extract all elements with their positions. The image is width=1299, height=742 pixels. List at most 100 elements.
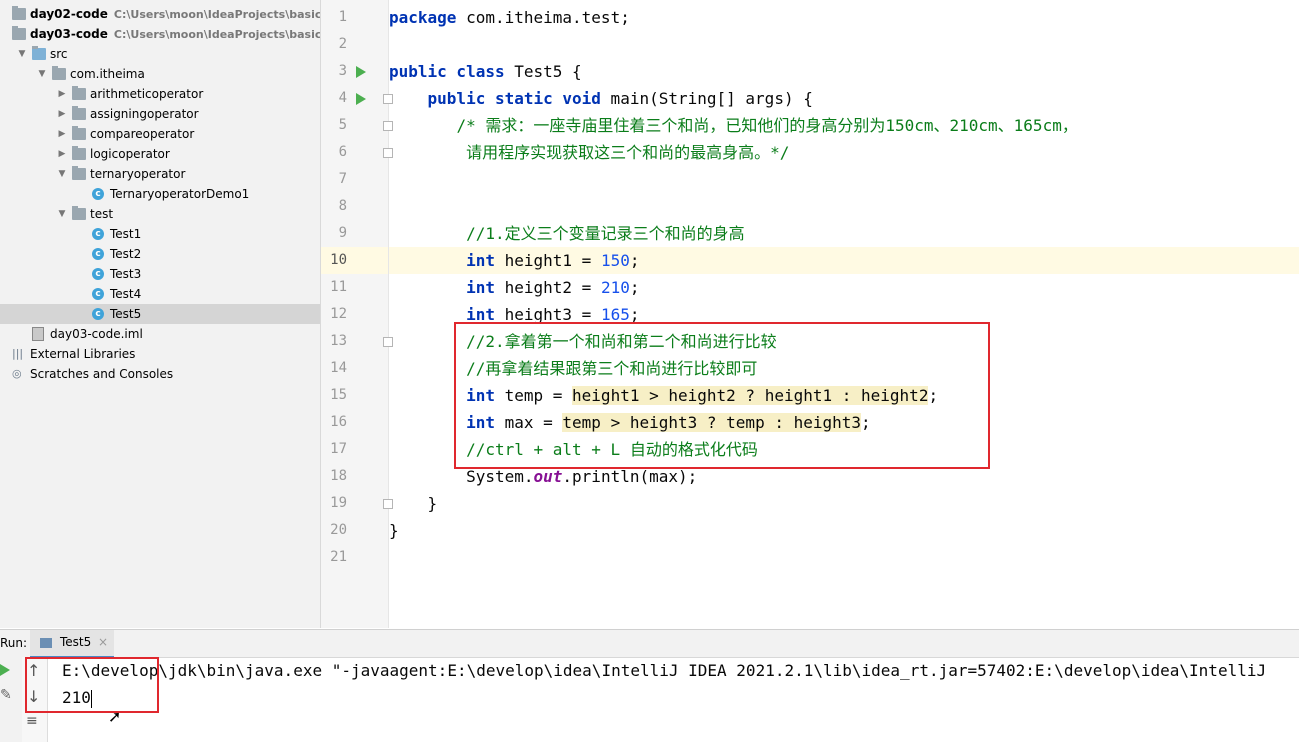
line-number: 8 (338, 198, 347, 214)
tree-item[interactable]: ▼ ternaryoperator (0, 164, 320, 184)
tree-item[interactable]: day03-code C:\Users\moon\IdeaProjects\bas… (0, 24, 320, 44)
code-line-10[interactable]: int height1 = 150; (389, 247, 1299, 274)
tree-item[interactable]: ▼ test (0, 204, 320, 224)
number-literal: 210 (600, 278, 630, 297)
keyword: int (466, 251, 495, 270)
tree-item-label: day02-code C:\Users\moon\IdeaProjects\bas… (30, 4, 320, 24)
run-gutter-icon[interactable] (356, 66, 366, 78)
tree-item[interactable]: c Test2 (0, 244, 320, 264)
doc-comment: 请用程序实现获取这三个和尚的最高身高。*/ (466, 143, 790, 162)
code-line-1[interactable]: package com.itheima.test; (389, 4, 1299, 31)
tree-item-label: External Libraries (30, 347, 136, 361)
tab-label: Test5 (60, 635, 92, 649)
line-number: 20 (330, 522, 347, 538)
mouse-cursor-icon: ➚ (108, 707, 122, 726)
code-line-11[interactable]: int height2 = 210; (389, 274, 1299, 301)
run-side-toolbar: ✎ (0, 657, 22, 742)
java-class-icon: c (92, 308, 104, 320)
tree-item[interactable]: day02-code C:\Users\moon\IdeaProjects\bas… (0, 4, 320, 24)
line-number: 21 (330, 549, 347, 565)
tab-test5[interactable]: Test5 × (30, 630, 114, 659)
line-number: 16 (330, 414, 347, 430)
line-number: 2 (338, 36, 347, 52)
wrench-icon[interactable]: ✎ (0, 687, 12, 703)
close-icon[interactable]: × (98, 635, 108, 649)
tree-item[interactable]: c Test5 (0, 304, 320, 324)
tree-item[interactable]: ▶ compareoperator (0, 124, 320, 144)
module-folder-icon (12, 26, 26, 40)
package-icon (72, 106, 86, 120)
number-literal: 150 (600, 251, 630, 270)
tree-item[interactable]: day03-code.iml (0, 324, 320, 344)
tree-item-label: assigningoperator (90, 107, 199, 121)
tree-item[interactable]: c Test4 (0, 284, 320, 304)
chevron-down-icon[interactable]: ▼ (56, 164, 68, 184)
tree-item-label: com.itheima (70, 67, 145, 81)
line-number: 18 (330, 468, 347, 484)
tree-item-label: arithmeticoperator (90, 87, 204, 101)
tree-item[interactable]: ▼ src (0, 44, 320, 64)
chevron-right-icon[interactable]: ▶ (56, 144, 68, 164)
code-text: } (389, 521, 399, 540)
tree-item[interactable]: ||| External Libraries (0, 344, 320, 364)
tree-item[interactable]: c Test3 (0, 264, 320, 284)
tree-item-label: Test4 (110, 287, 142, 301)
module-path: C:\Users\moon\IdeaProjects\basic-co (113, 28, 320, 41)
highlight-box (454, 322, 990, 469)
code-text: height1 = (494, 251, 601, 270)
package-icon (72, 206, 86, 220)
tree-item-label: compareoperator (90, 127, 195, 141)
soft-wrap-icon[interactable]: ≡ (26, 713, 38, 729)
java-class-icon: c (92, 188, 104, 200)
code-text: ; (629, 251, 640, 270)
chevron-down-icon[interactable]: ▼ (56, 204, 68, 224)
line-number: 9 (338, 225, 347, 241)
tree-item-label: TernaryoperatorDemo1 (110, 187, 250, 201)
code-line-3[interactable]: public class Test5 { (389, 58, 1299, 85)
keyword: public static void (427, 89, 601, 108)
tree-item[interactable]: ▶ assigningoperator (0, 104, 320, 124)
java-class-icon: c (92, 248, 104, 260)
chevron-right-icon[interactable]: ▶ (56, 104, 68, 124)
doc-comment: /* 需求：一座寺庙里住着三个和尚，已知他们的身高分别为150cm、210cm、… (456, 116, 1078, 135)
tree-item-label: test (90, 207, 114, 221)
code-line-9[interactable]: //1.定义三个变量记录三个和尚的身高 (389, 220, 1299, 247)
tree-item-label: src (50, 47, 68, 61)
tree-item[interactable]: c Test1 (0, 224, 320, 244)
code-text: } (427, 494, 438, 513)
code-line-6[interactable]: 请用程序实现获取这三个和尚的最高身高。*/ (389, 139, 1299, 166)
line-number: 7 (338, 171, 347, 187)
tree-item[interactable]: ▼ com.itheima (0, 64, 320, 84)
tree-item-label: Test3 (110, 267, 142, 281)
library-icon: ||| (12, 347, 24, 360)
run-toolbar: Run: Test5 × (0, 629, 1299, 659)
code-text: System. (466, 467, 534, 486)
code-line-4[interactable]: public static void main(String[] args) { (389, 85, 1299, 112)
line-number: 13 (330, 333, 347, 349)
run-label: Run: (0, 636, 28, 650)
tree-item[interactable]: ◎ Scratches and Consoles (0, 364, 320, 384)
tree-item-label: logicoperator (90, 147, 170, 161)
code-editor[interactable]: package com.itheima.test; public class T… (389, 0, 1299, 628)
run-gutter-icon[interactable] (356, 93, 366, 105)
package-icon (72, 86, 86, 100)
tree-item[interactable]: ▶ logicoperator (0, 144, 320, 164)
scratch-icon: ◎ (12, 367, 22, 380)
line-comment: //1.定义三个变量记录三个和尚的身高 (466, 224, 745, 243)
code-line-5[interactable]: /* 需求：一座寺庙里住着三个和尚，已知他们的身高分别为150cm、210cm、… (389, 112, 1299, 139)
chevron-right-icon[interactable]: ▶ (56, 124, 68, 144)
chevron-right-icon[interactable]: ▶ (56, 84, 68, 104)
rerun-icon[interactable] (0, 664, 10, 676)
line-number: 17 (330, 441, 347, 457)
code-line-19[interactable]: } (389, 490, 1299, 517)
code-text: main(String[] args) { (600, 89, 813, 108)
code-line-20[interactable]: } (389, 517, 1299, 544)
chevron-down-icon[interactable]: ▼ (36, 64, 48, 84)
file-icon (32, 327, 44, 341)
java-class-icon: c (92, 288, 104, 300)
tree-item[interactable]: c TernaryoperatorDemo1 (0, 184, 320, 204)
tree-item[interactable]: ▶ arithmeticoperator (0, 84, 320, 104)
tree-item-label: Test5 (110, 307, 142, 321)
package-icon (72, 126, 86, 140)
chevron-down-icon[interactable]: ▼ (16, 44, 28, 64)
